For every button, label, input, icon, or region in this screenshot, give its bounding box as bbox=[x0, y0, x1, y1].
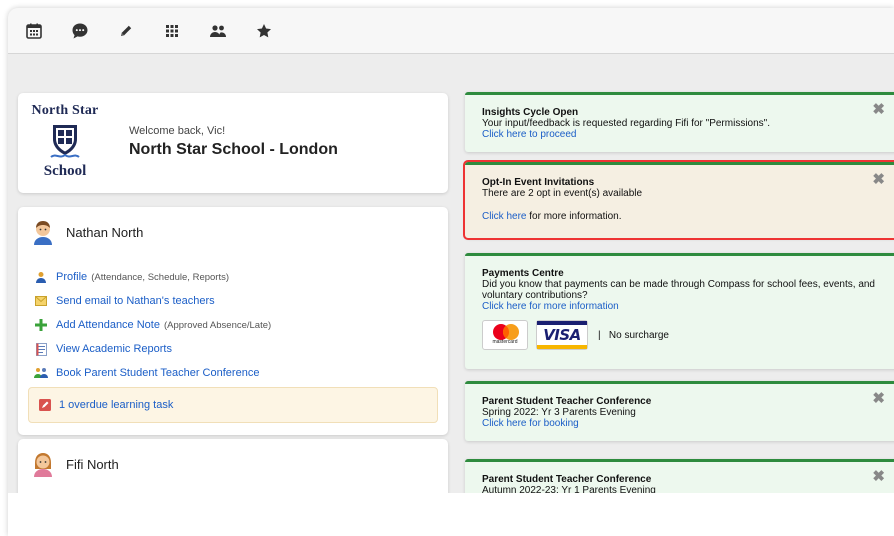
alert-payments-centre: Payments Centre Did you know that paymen… bbox=[465, 253, 894, 369]
crest-top-text: North Star bbox=[31, 103, 99, 118]
crest-bottom-text: School bbox=[43, 163, 87, 179]
close-icon[interactable]: ✖ bbox=[872, 469, 885, 484]
overdue-task-banner[interactable]: 1 overdue learning task bbox=[28, 387, 438, 423]
alert-conference-spring: ✖ Parent Student Teacher Conference Spri… bbox=[465, 381, 894, 441]
alert-text: Spring 2022: Yr 3 Parents Evening bbox=[482, 407, 636, 418]
book-conference-link[interactable]: Book Parent Student Teacher Conference bbox=[56, 367, 259, 379]
student-avatar-icon bbox=[34, 221, 52, 245]
star-icon[interactable] bbox=[254, 21, 274, 41]
profile-link[interactable]: Profile bbox=[56, 271, 87, 283]
dashboard-content: North Star School Welcome back, Vic! Nor… bbox=[8, 55, 894, 493]
close-icon[interactable]: ✖ bbox=[872, 102, 885, 117]
alert-text: Did you know that payments can be made t… bbox=[482, 279, 875, 301]
alert-conference-autumn: ✖ Parent Student Teacher Conference Autu… bbox=[465, 459, 894, 493]
student-name: Fifi North bbox=[66, 456, 119, 472]
surcharge-text: | No surcharge bbox=[598, 329, 669, 341]
email-link-row: Send email to Nathan's teachers bbox=[34, 289, 271, 313]
mastercard-label: mastercard bbox=[492, 339, 518, 345]
alert-title: Opt-In Event Invitations bbox=[482, 177, 595, 188]
people-icon[interactable] bbox=[208, 21, 228, 41]
plus-icon bbox=[34, 318, 48, 332]
view-academic-reports-link[interactable]: View Academic Reports bbox=[56, 343, 172, 355]
visa-logo: VISA bbox=[536, 320, 588, 350]
profile-note: (Attendance, Schedule, Reports) bbox=[91, 271, 230, 283]
task-icon bbox=[39, 399, 51, 411]
school-card: North Star School Welcome back, Vic! Nor… bbox=[18, 93, 448, 193]
payment-methods: mastercard VISA | No surcharge bbox=[482, 320, 891, 350]
student-card-nathan: Nathan North Profile (Attendance, Schedu… bbox=[18, 207, 448, 435]
email-teachers-link[interactable]: Send email to Nathan's teachers bbox=[56, 295, 215, 307]
booking-link[interactable]: Click here for booking bbox=[482, 418, 579, 429]
profile-icon bbox=[34, 270, 48, 284]
alert-link-line: Click here for more information. bbox=[482, 211, 891, 222]
alert-link-suffix: for more information. bbox=[529, 211, 622, 222]
overdue-task-link[interactable]: 1 overdue learning task bbox=[59, 399, 173, 411]
reports-link-row: View Academic Reports bbox=[34, 337, 271, 361]
school-name: North Star School - London bbox=[129, 141, 338, 158]
alert-text: There are 2 opt in event(s) available bbox=[482, 188, 643, 199]
alert-title: Parent Student Teacher Conference bbox=[482, 474, 652, 485]
visa-label: VISA bbox=[543, 325, 581, 344]
student-links: Profile (Attendance, Schedule, Reports) … bbox=[34, 265, 271, 385]
student-header: Nathan North bbox=[32, 219, 143, 245]
alert-text: Autumn 2022-23: Yr 1 Parents Evening bbox=[482, 485, 656, 493]
top-toolbar bbox=[8, 8, 894, 54]
mastercard-logo: mastercard bbox=[482, 320, 528, 350]
apps-grid-icon[interactable] bbox=[162, 21, 182, 41]
school-crest-logo: North Star School bbox=[28, 99, 102, 187]
welcome-text: Welcome back, Vic! bbox=[129, 125, 226, 137]
student-name: Nathan North bbox=[66, 224, 144, 240]
close-icon[interactable]: ✖ bbox=[872, 172, 885, 187]
bottom-blank-area bbox=[8, 493, 894, 536]
alert-title: Insights Cycle Open bbox=[482, 107, 579, 118]
opt-in-click-here-link[interactable]: Click here bbox=[482, 211, 526, 222]
student-avatar-icon bbox=[34, 453, 52, 477]
conference-icon bbox=[34, 366, 48, 380]
alert-text: Your input/feedback is requested regardi… bbox=[482, 118, 770, 129]
report-icon bbox=[34, 342, 48, 356]
alert-title: Payments Centre bbox=[482, 268, 564, 279]
alert-insights-cycle: ✖ Insights Cycle Open Your input/feedbac… bbox=[465, 92, 894, 152]
add-attendance-note-link[interactable]: Add Attendance Note bbox=[56, 319, 160, 331]
conference-link-row: Book Parent Student Teacher Conference bbox=[34, 361, 271, 385]
payments-info-link[interactable]: Click here for more information bbox=[482, 301, 619, 312]
close-icon[interactable]: ✖ bbox=[872, 391, 885, 406]
attendance-note: (Approved Absence/Late) bbox=[163, 319, 272, 331]
chat-icon[interactable] bbox=[70, 21, 90, 41]
envelope-icon bbox=[34, 294, 48, 308]
pencil-icon[interactable] bbox=[116, 21, 136, 41]
profile-link-row: Profile (Attendance, Schedule, Reports) bbox=[34, 265, 271, 289]
alert-title: Parent Student Teacher Conference bbox=[482, 396, 652, 407]
app-window: North Star School Welcome back, Vic! Nor… bbox=[8, 8, 894, 536]
attendance-link-row: Add Attendance Note (Approved Absence/La… bbox=[34, 313, 271, 337]
alert-opt-in-events: ✖ Opt-In Event Invitations There are 2 o… bbox=[463, 160, 894, 240]
student-header: Fifi North bbox=[32, 451, 119, 477]
student-card-fifi: Fifi North bbox=[18, 439, 448, 493]
proceed-link[interactable]: Click here to proceed bbox=[482, 129, 577, 140]
calendar-icon[interactable] bbox=[24, 21, 44, 41]
